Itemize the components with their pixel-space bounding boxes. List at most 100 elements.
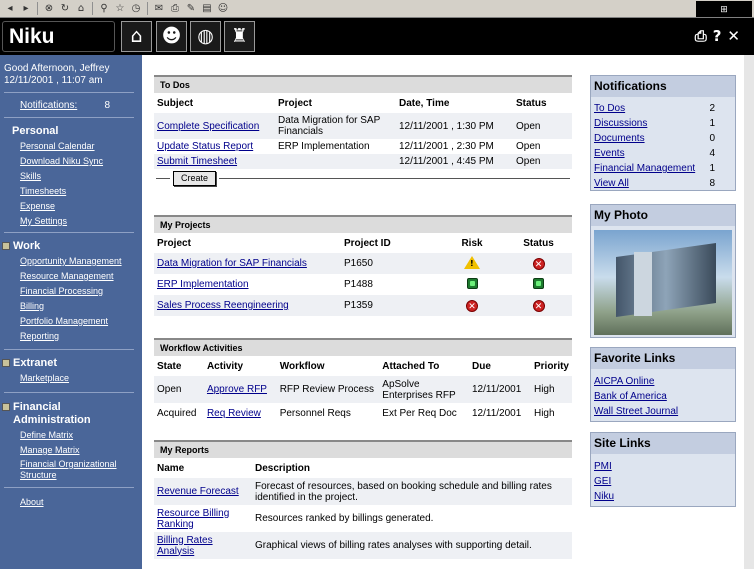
notification-item: Documents 0 — [591, 131, 735, 146]
back-icon[interactable]: ◂ — [3, 2, 17, 15]
help-icon[interactable]: ? — [713, 27, 722, 45]
workflow-activity-link[interactable]: Req Review — [207, 408, 261, 419]
sidebar-item-reporting[interactable]: Reporting — [20, 331, 59, 341]
refresh-icon[interactable]: ↻ — [58, 2, 72, 15]
project-link[interactable]: ERP Implementation — [157, 279, 249, 290]
notification-item: View All 8 — [591, 176, 735, 191]
sidebar-item-manage-matrix[interactable]: Manage Matrix — [20, 445, 80, 455]
sidebar-item-opportunity-management[interactable]: Opportunity Management — [20, 256, 122, 266]
notifications-panel: Notifications To Dos 2 Discussions 1 Docum… — [590, 75, 736, 191]
stop-icon[interactable]: ⊗ — [42, 2, 56, 15]
close-icon[interactable]: ✕ — [727, 27, 740, 45]
projects-section: My Projects Project Project ID Risk Stat… — [154, 215, 572, 316]
messenger-icon[interactable]: ☺ — [216, 2, 230, 15]
favorites-icon[interactable]: ☆ — [113, 2, 127, 15]
report-link[interactable]: Billing Rates Analysis — [157, 535, 213, 557]
sidebar-item-skills[interactable]: Skills — [20, 171, 41, 181]
projects-title: My Projects — [154, 215, 572, 233]
workflow-attached: ApSolve Enterprises RFP — [379, 376, 469, 403]
column-header: Project — [278, 98, 312, 109]
edit-icon[interactable]: ✎ — [184, 2, 198, 15]
extranet-menu: Marketplace — [20, 372, 69, 387]
report-link[interactable]: Revenue Forecast — [157, 486, 239, 497]
notification-link-events[interactable]: Events — [594, 146, 625, 161]
sidebar-item-expense[interactable]: Expense — [20, 201, 55, 211]
mail-icon[interactable]: ✉ — [152, 2, 166, 15]
favorite-link-aicpa[interactable]: AICPA Online — [594, 376, 654, 387]
workflow-activity-link[interactable]: Approve RFP — [207, 384, 267, 395]
notification-link-to-dos[interactable]: To Dos — [594, 101, 625, 116]
sidebar-divider — [4, 117, 134, 118]
report-description: Forecast of resources, based on booking … — [252, 478, 572, 505]
project-id: P1650 — [341, 253, 439, 274]
todo-subject-link[interactable]: Update Status Report — [157, 141, 253, 152]
project-link[interactable]: Data Migration for SAP Financials — [157, 258, 307, 269]
profile-photo — [594, 230, 732, 335]
sidebar-section-financial-administration: Financial Administration — [2, 401, 91, 427]
favorite-link-wall-street-journal[interactable]: Wall Street Journal — [594, 406, 678, 417]
sidebar-item-financial-organizational-structure[interactable]: Financial Organizational Structure — [20, 459, 117, 480]
search-icon[interactable]: ⚲ — [97, 2, 111, 15]
table-row: Data Migration for SAP Financials P1650 … — [154, 253, 572, 274]
workflow-table: State Activity Workflow Attached To Due … — [154, 356, 572, 423]
sidebar-item-financial-processing[interactable]: Financial Processing — [20, 286, 103, 296]
todo-datetime: 12/11/2001 , 2:30 PM — [399, 141, 494, 152]
sidebar-item-timesheets[interactable]: Timesheets — [20, 186, 66, 196]
discuss-icon[interactable]: ▤ — [200, 2, 214, 15]
column-header: Project — [157, 238, 191, 249]
sidebar: Good Afternoon, Jeffrey 12/11/2001 , 11:… — [0, 55, 142, 569]
print-browser-icon[interactable]: ⎙ — [168, 2, 182, 15]
collaboration-icon[interactable]: ☻ — [156, 21, 187, 52]
sidebar-item-download-niku-sync[interactable]: Download Niku Sync — [20, 156, 103, 166]
building-shape — [616, 242, 716, 318]
favorite-links-title: Favorite Links — [591, 348, 735, 369]
sidebar-item-about[interactable]: About — [20, 497, 44, 507]
site-link-pmi[interactable]: PMI — [594, 461, 612, 472]
sidebar-item-define-matrix[interactable]: Define Matrix — [20, 430, 73, 440]
sidebar-item-my-settings[interactable]: My Settings — [20, 216, 67, 226]
todo-project: Data Migration for SAP Financials — [275, 113, 396, 139]
notification-link-financial-management[interactable]: Financial Management — [594, 161, 695, 176]
sidebar-notifications-link[interactable]: Notifications: — [20, 100, 77, 111]
home-browser-icon[interactable]: ⌂ — [74, 2, 88, 15]
column-header: Date, Time — [399, 98, 450, 109]
create-todo-button[interactable]: Create — [173, 170, 217, 186]
workflow-name: RFP Review Process — [276, 376, 380, 403]
history-icon[interactable]: ◷ — [129, 2, 143, 15]
sidebar-item-billing[interactable]: Billing — [20, 301, 44, 311]
institution-icon[interactable]: ♜ — [224, 21, 255, 52]
main-content: To Dos Subject Project Date, Time Status… — [142, 55, 754, 569]
project-link[interactable]: Sales Process Reengineering — [157, 300, 289, 311]
sidebar-item-marketplace[interactable]: Marketplace — [20, 373, 69, 383]
notification-link-discussions[interactable]: Discussions — [594, 116, 647, 131]
arrow-line — [219, 177, 570, 179]
table-row: Billing Rates Analysis Graphical views o… — [154, 532, 572, 559]
site-link-niku[interactable]: Niku — [594, 491, 614, 502]
column-header: Status — [516, 98, 547, 109]
home-icon[interactable]: ⌂ — [121, 21, 152, 52]
table-row: ERP Implementation P1488 — [154, 274, 572, 295]
sidebar-item-portfolio-management[interactable]: Portfolio Management — [20, 316, 108, 326]
sidebar-divider — [4, 487, 134, 488]
notification-link-view-all[interactable]: View All — [594, 176, 629, 191]
favorite-link-bank-of-america[interactable]: Bank of America — [594, 391, 667, 402]
todo-subject-link[interactable]: Submit Timesheet — [157, 156, 237, 167]
risk-warning-icon: ! — [464, 255, 480, 269]
windows-logo-icon: ⊞ — [696, 1, 752, 17]
column-header: Attached To — [382, 361, 440, 372]
column-header: Priority — [533, 361, 569, 372]
sidebar-item-resource-management[interactable]: Resource Management — [20, 271, 114, 281]
status-green-icon — [533, 277, 544, 289]
print-icon[interactable]: ⎙ — [695, 27, 707, 45]
globe-icon[interactable]: ◍ — [190, 21, 221, 52]
forward-icon[interactable]: ▸ — [19, 2, 33, 15]
vertical-scrollbar[interactable] — [744, 55, 754, 569]
todo-project — [275, 154, 396, 169]
site-link-gei[interactable]: GEI — [594, 476, 611, 487]
notification-link-documents[interactable]: Documents — [594, 131, 645, 146]
sidebar-item-personal-calendar[interactable]: Personal Calendar — [20, 141, 95, 151]
workflow-state: Open — [154, 376, 204, 403]
todo-subject-link[interactable]: Complete Specification — [157, 121, 259, 132]
report-link[interactable]: Resource Billing Ranking — [157, 508, 229, 530]
column-header: Due — [472, 361, 491, 372]
